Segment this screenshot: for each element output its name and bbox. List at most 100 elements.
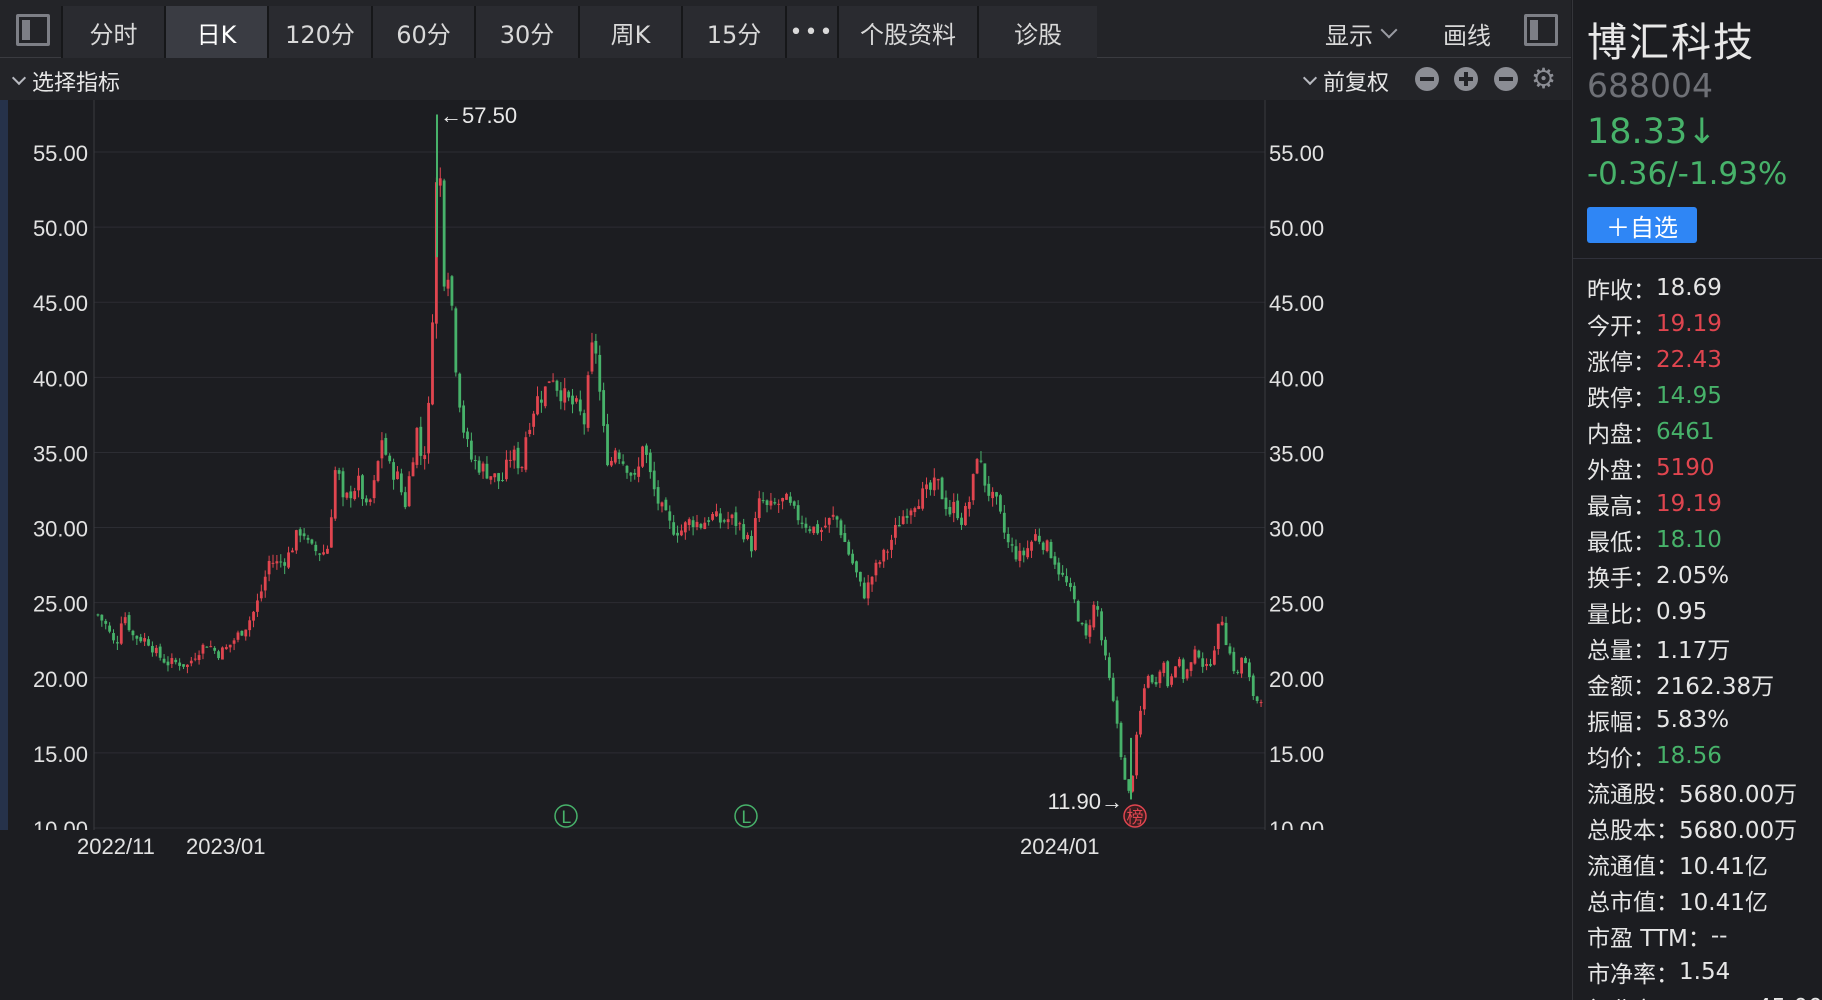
candle-body (703, 522, 707, 530)
zoom-out-icon[interactable] (1415, 67, 1439, 91)
price-adjust-select[interactable]: 前复权 (1302, 65, 1389, 97)
candle-body (897, 524, 901, 527)
stat-value: 14.95 (1656, 383, 1722, 409)
stat-row: 流通股： 5680.00万 (1587, 774, 1822, 810)
candle-body (633, 472, 637, 475)
candle-body (909, 510, 913, 516)
kline-chart[interactable]: 55.00 55.00 50.00 50.00 45.00 45.00 40.00 40.00… (0, 100, 1571, 1000)
y-tick-label-right: 30.00 (1269, 517, 1324, 542)
candle-body (613, 450, 617, 463)
candle-body (1220, 621, 1224, 626)
quote-panel: 博汇科技 688004 18.33↓ -0.36/-1.93% ＋自选 昨收： 1… (1572, 0, 1822, 1000)
tab-1[interactable]: 日K (164, 6, 267, 58)
candle-body (948, 506, 952, 515)
tab-8[interactable]: 个股资料 (837, 6, 977, 58)
candle-body (1185, 669, 1189, 679)
candle-body (349, 491, 353, 499)
candle-body (1104, 639, 1107, 656)
candle-body (283, 562, 287, 566)
candle-body (248, 620, 252, 631)
stat-row: 行业市盈 TTM：45.00 (1587, 990, 1822, 1000)
tab-7[interactable]: ••• (785, 6, 837, 58)
candle-body (781, 498, 784, 502)
candle-body (388, 455, 392, 462)
panel-toggle-icon[interactable] (1524, 14, 1558, 46)
candle-body (648, 452, 652, 473)
minus-icon[interactable] (1494, 67, 1518, 91)
candle-body (291, 550, 294, 553)
candle-body (147, 639, 150, 646)
kline-svg[interactable]: 55.00 55.00 50.00 50.00 45.00 45.00 40.00 40.00… (0, 100, 1571, 1000)
stat-value: 5680.00万 (1679, 782, 1798, 808)
candle-body (267, 560, 271, 575)
x-tick-label: 2023/01 (186, 834, 266, 859)
candle-body (878, 562, 882, 565)
candle-body (1030, 541, 1033, 551)
tab-9[interactable]: 诊股 (977, 6, 1097, 58)
add-watchlist-button[interactable]: ＋自选 (1587, 207, 1697, 243)
candle-body (524, 437, 528, 470)
sidebar-toggle-icon[interactable] (16, 14, 50, 46)
tab-0[interactable]: 分时 (61, 6, 164, 58)
candle-body (127, 615, 131, 631)
candle-body (1236, 671, 1240, 673)
candle-body (259, 591, 263, 599)
tab-4[interactable]: 30分 (474, 6, 578, 58)
stat-value: 6461 (1656, 419, 1715, 445)
display-dropdown[interactable]: 显示 (1325, 16, 1398, 51)
tab-2[interactable]: 120分 (267, 6, 371, 58)
candle-body (1216, 623, 1220, 649)
stat-value: 10.41亿 (1679, 890, 1768, 916)
candle-body (1072, 585, 1076, 600)
candle-body (466, 431, 469, 440)
tab-6[interactable]: 15分 (681, 6, 785, 58)
stat-row: 均价： 18.56 (1587, 738, 1822, 774)
zoom-in-icon[interactable] (1454, 67, 1478, 91)
candle-body (415, 427, 419, 465)
draw-line-button[interactable]: 画线 (1443, 16, 1491, 51)
candle-body (1006, 533, 1010, 543)
y-tick-label-right: 55.00 (1269, 141, 1324, 166)
y-tick-label-right: 40.00 (1269, 366, 1324, 391)
candle-body (271, 562, 275, 564)
candle-body (501, 480, 504, 482)
candle-body (960, 517, 963, 525)
candle-body (835, 516, 839, 520)
candle-body (952, 501, 956, 514)
tab-5[interactable]: 周K (578, 6, 681, 58)
candle-body (477, 460, 481, 473)
candle-body (1232, 651, 1236, 672)
candle-body (956, 500, 960, 519)
y-tick-label-left: 40.00 (33, 366, 88, 391)
candle-body (96, 614, 100, 616)
candle-body (364, 498, 368, 503)
tab-3[interactable]: 60分 (371, 6, 474, 58)
indicator-select[interactable]: 选择指标 (11, 65, 120, 97)
candle-body (115, 642, 119, 644)
candle-body (174, 659, 178, 663)
candle-body (256, 600, 259, 612)
event-marker-label: L (561, 808, 571, 828)
candle-body (641, 446, 644, 467)
candle-body (1014, 546, 1018, 560)
y-tick-label-left: 35.00 (33, 441, 88, 466)
candle-body (1174, 666, 1177, 678)
candle-body (512, 449, 516, 461)
candle-body (785, 493, 788, 500)
candle-body (1135, 734, 1138, 776)
candle-body (376, 461, 380, 481)
candle-body (112, 633, 115, 641)
candle-body (1127, 779, 1131, 791)
candle-body (722, 520, 726, 522)
candle-body (240, 630, 244, 636)
stat-row: 市盈 TTM： -- (1587, 918, 1822, 954)
candle-body (563, 388, 567, 403)
candle-body (1010, 544, 1014, 546)
gear-icon[interactable]: ⚙ (1531, 65, 1556, 93)
candle-body (843, 533, 847, 543)
candle-body (971, 474, 975, 501)
candle-body (750, 535, 753, 552)
candle-body (1247, 662, 1251, 678)
candle-body (652, 470, 656, 490)
stat-row: 内盘： 6461 (1587, 414, 1822, 450)
